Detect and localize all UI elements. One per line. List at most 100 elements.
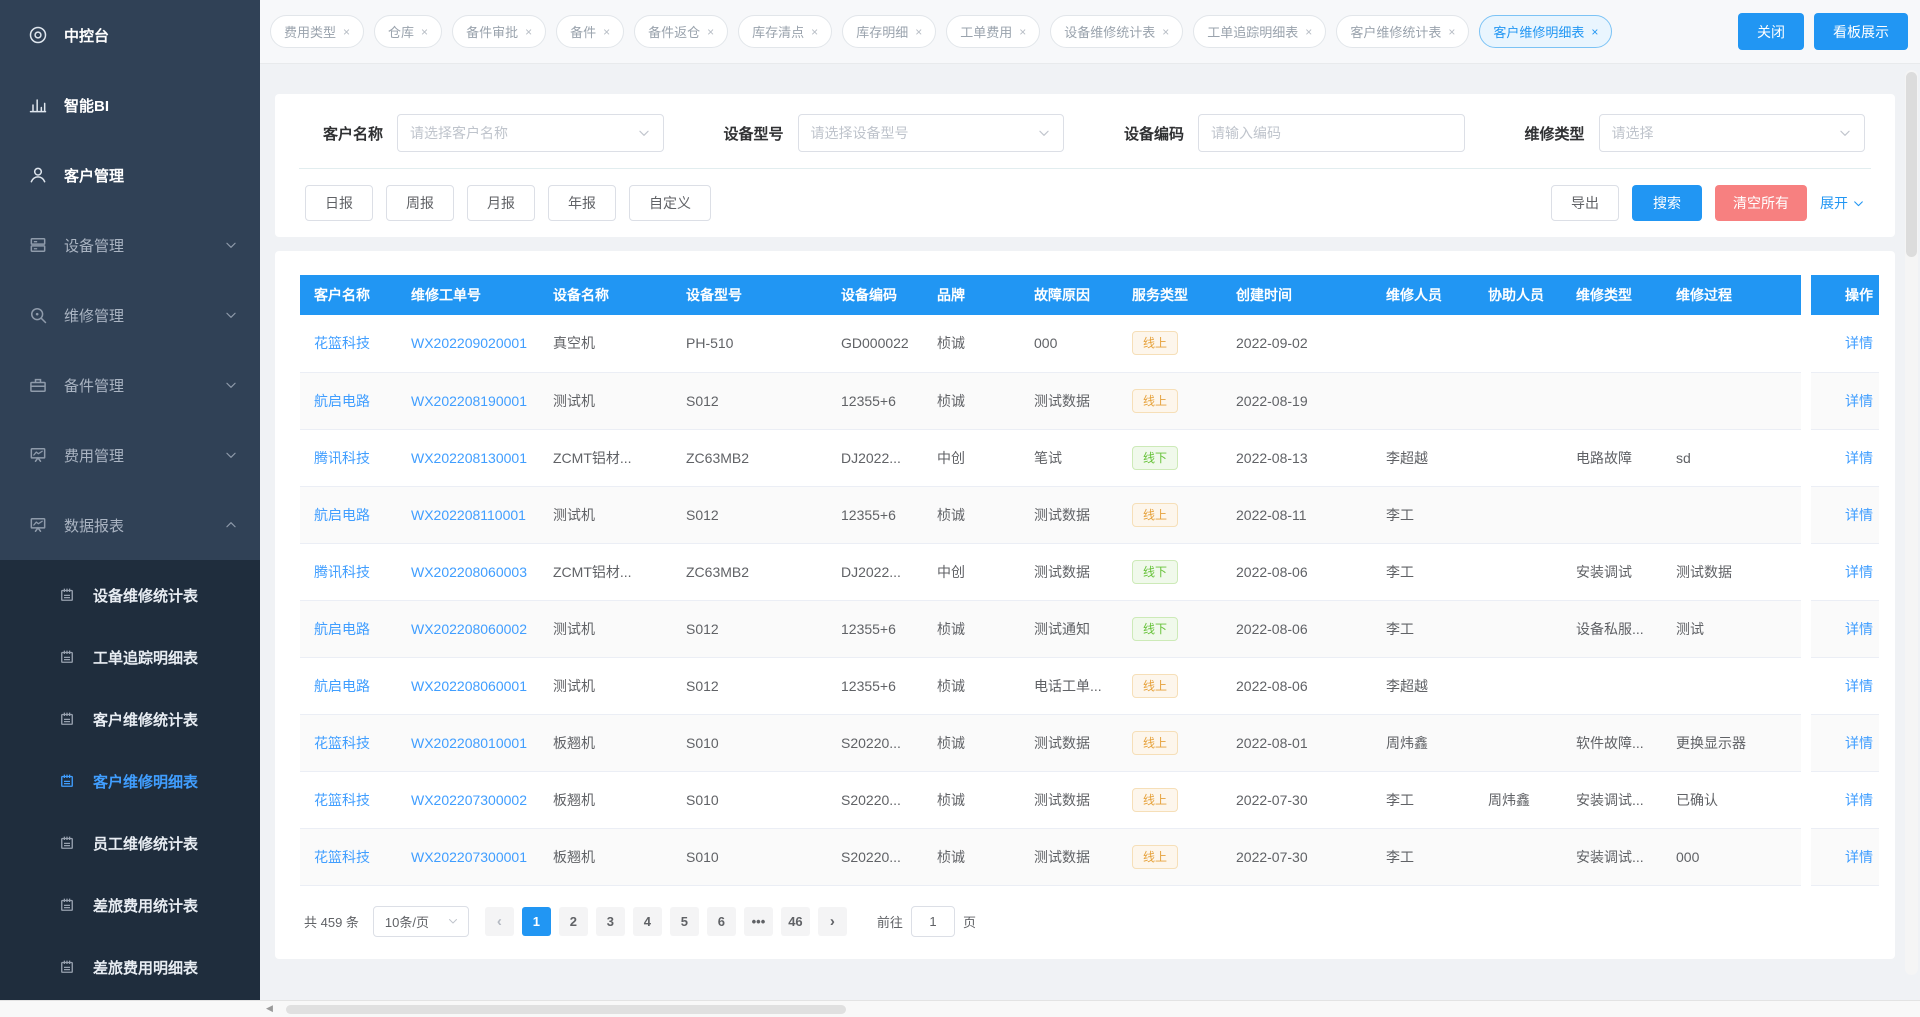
tab-close-icon[interactable]: × xyxy=(525,25,532,39)
workorder-link[interactable]: WX202208190001 xyxy=(411,393,527,409)
page-number-button[interactable]: 46 xyxy=(781,907,810,936)
page-tab[interactable]: 库存明细 × xyxy=(842,15,936,48)
submenu-item-travel-expense-detail[interactable]: 差旅费用明细表 xyxy=(0,936,260,998)
submenu-item-employee-repair-stats[interactable]: 员工维修统计表 xyxy=(0,812,260,874)
tab-close-icon[interactable]: × xyxy=(1019,25,1026,39)
workorder-link[interactable]: WX202208060002 xyxy=(411,621,527,637)
customer-name-select[interactable]: 请选择客户名称 xyxy=(397,114,664,152)
submenu-item-customer-repair-detail[interactable]: 客户维修明细表 xyxy=(0,750,260,812)
workorder-link[interactable]: WX202207300002 xyxy=(411,792,527,808)
sidebar-item-devices[interactable]: 设备管理 xyxy=(0,210,260,280)
tab-close-icon[interactable]: × xyxy=(603,25,610,39)
tab-close-icon[interactable]: × xyxy=(707,25,714,39)
page-number-button[interactable]: 3 xyxy=(596,907,625,936)
detail-link[interactable]: 详情 xyxy=(1845,678,1873,694)
detail-link[interactable]: 详情 xyxy=(1845,450,1873,466)
page-tab[interactable]: 客户维修明细表 × xyxy=(1479,15,1612,48)
customer-link[interactable]: 腾讯科技 xyxy=(314,564,370,580)
device-code-input[interactable] xyxy=(1198,114,1465,152)
customer-link[interactable]: 花篮科技 xyxy=(314,735,370,751)
device-model-select[interactable]: 请选择设备型号 xyxy=(798,114,1065,152)
workorder-link[interactable]: WX202208060001 xyxy=(411,678,527,694)
customer-link[interactable]: 航启电路 xyxy=(314,621,370,637)
workorder-link[interactable]: WX202208010001 xyxy=(411,735,527,751)
tab-close-icon[interactable]: × xyxy=(811,25,818,39)
page-tab[interactable]: 工单费用 × xyxy=(946,15,1040,48)
submenu-item-workorder-tracking[interactable]: 工单追踪明细表 xyxy=(0,626,260,688)
page-tab[interactable]: 备件返仓 × xyxy=(634,15,728,48)
page-tab[interactable]: 仓库 × xyxy=(374,15,442,48)
page-number-button[interactable]: 4 xyxy=(633,907,662,936)
workorder-link[interactable]: WX202209020001 xyxy=(411,335,527,351)
customer-link[interactable]: 航启电路 xyxy=(314,507,370,523)
customer-link[interactable]: 花篮科技 xyxy=(314,792,370,808)
tab-close-icon[interactable]: × xyxy=(1448,25,1455,39)
tab-close-icon[interactable]: × xyxy=(915,25,922,39)
page-number-button[interactable]: 1 xyxy=(522,907,551,936)
sidebar-item-bi[interactable]: 智能BI xyxy=(0,70,260,140)
page-size-select[interactable]: 10条/页 xyxy=(373,906,469,937)
vertical-scrollbar-thumb[interactable] xyxy=(1906,72,1917,257)
sidebar-item-repair[interactable]: 维修管理 xyxy=(0,280,260,350)
vertical-scrollbar[interactable] xyxy=(1905,70,1918,975)
sidebar-item-customers[interactable]: 客户管理 xyxy=(0,140,260,210)
clear-all-button[interactable]: 清空所有 xyxy=(1715,185,1807,221)
horizontal-scrollbar-thumb[interactable] xyxy=(286,1005,846,1014)
customer-link[interactable]: 花篮科技 xyxy=(314,335,370,351)
page-number-button[interactable]: 2 xyxy=(559,907,588,936)
period-button[interactable]: 自定义 xyxy=(629,185,711,221)
repair-type-select[interactable]: 请选择 xyxy=(1599,114,1866,152)
period-button[interactable]: 日报 xyxy=(305,185,373,221)
tab-close-icon[interactable]: × xyxy=(1591,25,1598,39)
page-tab[interactable]: 库存清点 × xyxy=(738,15,832,48)
workorder-link[interactable]: WX202207300001 xyxy=(411,849,527,865)
customer-link[interactable]: 航启电路 xyxy=(314,678,370,694)
period-button[interactable]: 月报 xyxy=(467,185,535,221)
sidebar-item-console[interactable]: 中控台 xyxy=(0,0,260,70)
page-tab[interactable]: 备件审批 × xyxy=(452,15,546,48)
detail-link[interactable]: 详情 xyxy=(1845,621,1873,637)
page-tab[interactable]: 备件 × xyxy=(556,15,624,48)
period-button[interactable]: 年报 xyxy=(548,185,616,221)
horizontal-scrollbar[interactable]: ◀ xyxy=(0,1000,1920,1017)
tab-close-icon[interactable]: × xyxy=(1162,25,1169,39)
page-tab[interactable]: 设备维修统计表 × xyxy=(1050,15,1183,48)
next-page-button[interactable]: › xyxy=(818,907,847,936)
sidebar-item-reports[interactable]: 数据报表 xyxy=(0,490,260,560)
scroll-left-arrow-icon[interactable]: ◀ xyxy=(266,1003,273,1014)
close-button[interactable]: 关闭 xyxy=(1738,13,1804,50)
workorder-link[interactable]: WX202208130001 xyxy=(411,450,527,466)
prev-page-button[interactable]: ‹ xyxy=(485,907,514,936)
sidebar-item-parts[interactable]: 备件管理 xyxy=(0,350,260,420)
workorder-link[interactable]: WX202208060003 xyxy=(411,564,527,580)
page-number-button[interactable]: 6 xyxy=(707,907,736,936)
detail-link[interactable]: 详情 xyxy=(1845,849,1873,865)
workorder-link[interactable]: WX202208110001 xyxy=(411,507,526,523)
board-display-button[interactable]: 看板展示 xyxy=(1814,13,1908,50)
submenu-item-customer-repair-stats[interactable]: 客户维修统计表 xyxy=(0,688,260,750)
detail-link[interactable]: 详情 xyxy=(1845,564,1873,580)
page-number-button[interactable]: 5 xyxy=(670,907,699,936)
sidebar-item-expenses[interactable]: 费用管理 xyxy=(0,420,260,490)
detail-link[interactable]: 详情 xyxy=(1845,393,1873,409)
page-number-button[interactable]: ••• xyxy=(744,907,773,936)
customer-link[interactable]: 腾讯科技 xyxy=(314,450,370,466)
detail-link[interactable]: 详情 xyxy=(1845,792,1873,808)
tab-close-icon[interactable]: × xyxy=(1305,25,1312,39)
expand-toggle[interactable]: 展开 xyxy=(1820,193,1865,213)
page-tab[interactable]: 客户维修统计表 × xyxy=(1336,15,1469,48)
tab-close-icon[interactable]: × xyxy=(421,25,428,39)
search-button[interactable]: 搜索 xyxy=(1632,185,1702,221)
customer-link[interactable]: 花篮科技 xyxy=(314,849,370,865)
tab-close-icon[interactable]: × xyxy=(343,25,350,39)
period-button[interactable]: 周报 xyxy=(386,185,454,221)
detail-link[interactable]: 详情 xyxy=(1845,507,1873,523)
detail-link[interactable]: 详情 xyxy=(1845,335,1873,351)
page-tab[interactable]: 费用类型 × xyxy=(270,15,364,48)
submenu-item-device-repair-stats[interactable]: 设备维修统计表 xyxy=(0,564,260,626)
page-tab[interactable]: 工单追踪明细表 × xyxy=(1193,15,1326,48)
submenu-item-travel-expense-stats[interactable]: 差旅费用统计表 xyxy=(0,874,260,936)
goto-page-input[interactable] xyxy=(911,906,955,937)
export-button[interactable]: 导出 xyxy=(1551,185,1619,221)
customer-link[interactable]: 航启电路 xyxy=(314,393,370,409)
